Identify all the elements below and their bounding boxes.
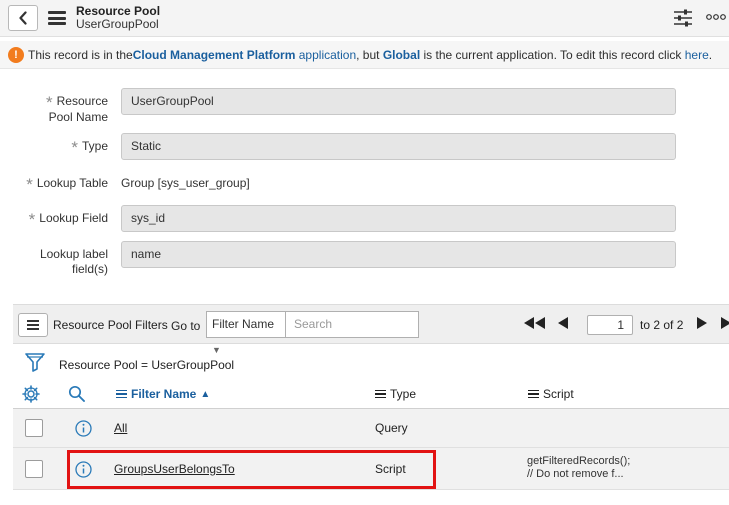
table-row: All Query [13,409,729,448]
lookup-field-label: * Lookup Field [28,210,108,229]
page-number-input[interactable]: 1 [587,315,633,335]
pool-name-label: * Resource Pool Name [46,93,108,124]
column-header-script[interactable]: Script [528,380,574,408]
column-menu-icon[interactable] [375,388,386,401]
filter-name-link[interactable]: All [114,421,127,435]
top-header: Resource Pool UserGroupPool [0,0,729,37]
back-button[interactable] [8,5,38,31]
script-cell: getFilteredRecords(); // Do not remove f… [527,455,631,480]
list-search-input[interactable]: Search [285,311,419,338]
page-count-text: to 2 of 2 [640,318,684,332]
notice-text-4: . [708,47,713,62]
notice-text-3: is the current application. To edit this… [420,47,685,62]
type-field[interactable]: Static [121,133,676,160]
chevron-left-icon [19,11,27,25]
warning-icon: ! [8,46,24,63]
goto-label: Go to [171,319,201,333]
notice-current-app: Global [382,47,421,62]
sort-ascending-icon: ▲ [200,388,211,400]
required-icon: * [26,175,33,194]
column-menu-icon[interactable] [528,388,539,401]
dropdown-arrow-icon: ▼ [212,345,221,355]
row-checkbox[interactable] [25,460,43,478]
related-list-title: Resource Pool Filters [53,318,168,332]
more-options-icon[interactable] [706,12,726,22]
type-label: * Type [71,138,108,157]
lookup-table-label: * Lookup Table [26,175,108,194]
list-context-menu-button[interactable] [18,313,48,337]
notice-here-link[interactable]: here [685,48,709,62]
row-checkbox[interactable] [25,419,43,437]
application-scope-notice: ! This record is in the Cloud Management… [0,41,729,69]
notice-app-name: Cloud Management Platform [132,47,296,62]
filter-icon[interactable] [25,352,45,374]
column-search-icon[interactable] [68,385,85,402]
filter-breadcrumb[interactable]: Resource Pool = UserGroupPool [59,358,234,372]
info-icon[interactable] [75,461,92,478]
page-subtitle: UserGroupPool [76,17,159,31]
type-cell: Script [375,462,406,476]
notice-application-link[interactable]: application [299,48,356,62]
pool-name-field[interactable]: UserGroupPool [121,88,676,115]
column-header-filter-name[interactable]: Filter Name ▲ [116,380,210,408]
lookup-label-fields-field[interactable]: name [121,241,676,268]
lookup-label-fields-label: Lookup label field(s) [39,247,108,276]
first-page-icon[interactable] [524,317,546,329]
last-page-icon[interactable] [721,317,729,329]
filter-name-link[interactable]: GroupsUserBelongsTo [114,462,235,476]
filter-field-select[interactable]: Filter Name ▼ [206,311,286,355]
type-cell: Query [375,421,408,435]
list-menu-icon [27,318,39,332]
info-icon[interactable] [75,420,92,437]
table-row: GroupsUserBelongsTo Script getFilteredRe… [13,448,729,490]
previous-page-icon[interactable] [558,317,568,329]
list-personalize-gear-icon[interactable] [22,385,40,403]
next-page-icon[interactable] [697,317,707,329]
lookup-field-field[interactable]: sys_id [121,205,676,232]
related-list-header: Resource Pool Filters Go to Filter Name … [13,304,729,355]
notice-text-2: , but [356,47,383,62]
required-icon: * [71,138,78,157]
sliders-icon[interactable] [673,9,693,27]
notice-text-1: This record is in the [28,47,133,62]
form-menu-icon[interactable] [48,11,66,25]
column-header-type[interactable]: Type [375,380,416,408]
column-menu-icon[interactable] [116,388,127,401]
required-icon: * [28,210,36,229]
record-title: Resource Pool UserGroupPool [76,5,160,31]
lookup-table-value: Group [sys_user_group] [121,176,250,190]
required-icon: * [46,93,53,112]
